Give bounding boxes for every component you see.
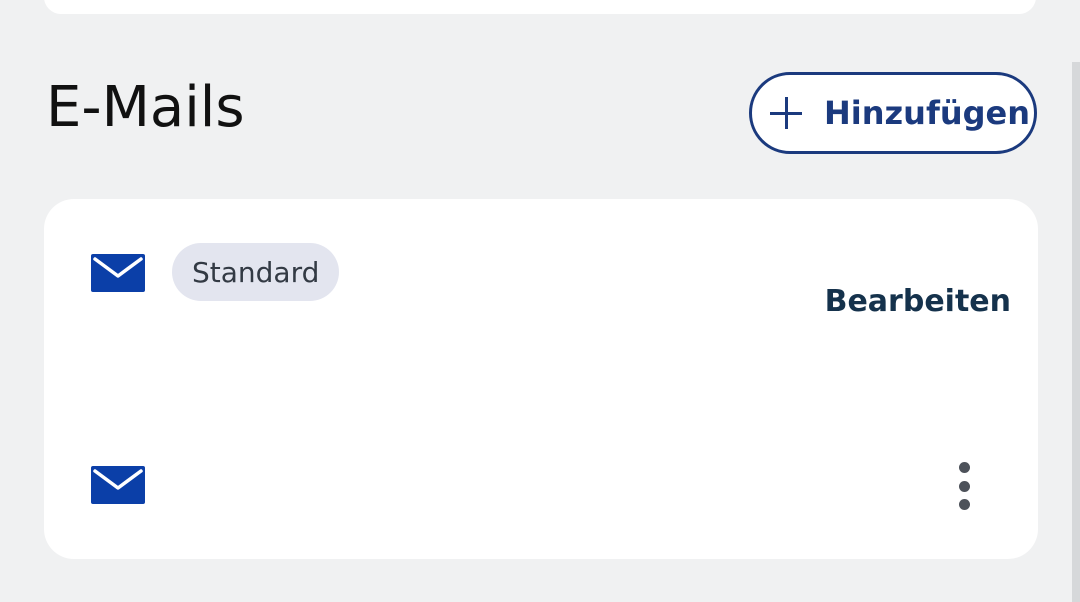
add-email-button[interactable]: Hinzufügen: [749, 72, 1037, 154]
default-badge: Standard: [172, 243, 340, 301]
edit-email-button[interactable]: Bearbeiten: [825, 284, 1011, 319]
more-vertical-icon: [958, 462, 970, 473]
section-title: E-Mails: [46, 75, 245, 140]
plus-icon: [770, 97, 802, 129]
more-vertical-icon-dot: [958, 480, 970, 492]
mail-icon: [91, 254, 145, 292]
add-button-label: Hinzufügen: [824, 94, 1031, 132]
more-options-button[interactable]: [946, 458, 982, 514]
previous-section-card: [44, 0, 1036, 14]
scrollbar[interactable]: [1072, 62, 1080, 602]
more-vertical-icon-dot: [958, 499, 970, 510]
mail-icon: [91, 466, 145, 504]
